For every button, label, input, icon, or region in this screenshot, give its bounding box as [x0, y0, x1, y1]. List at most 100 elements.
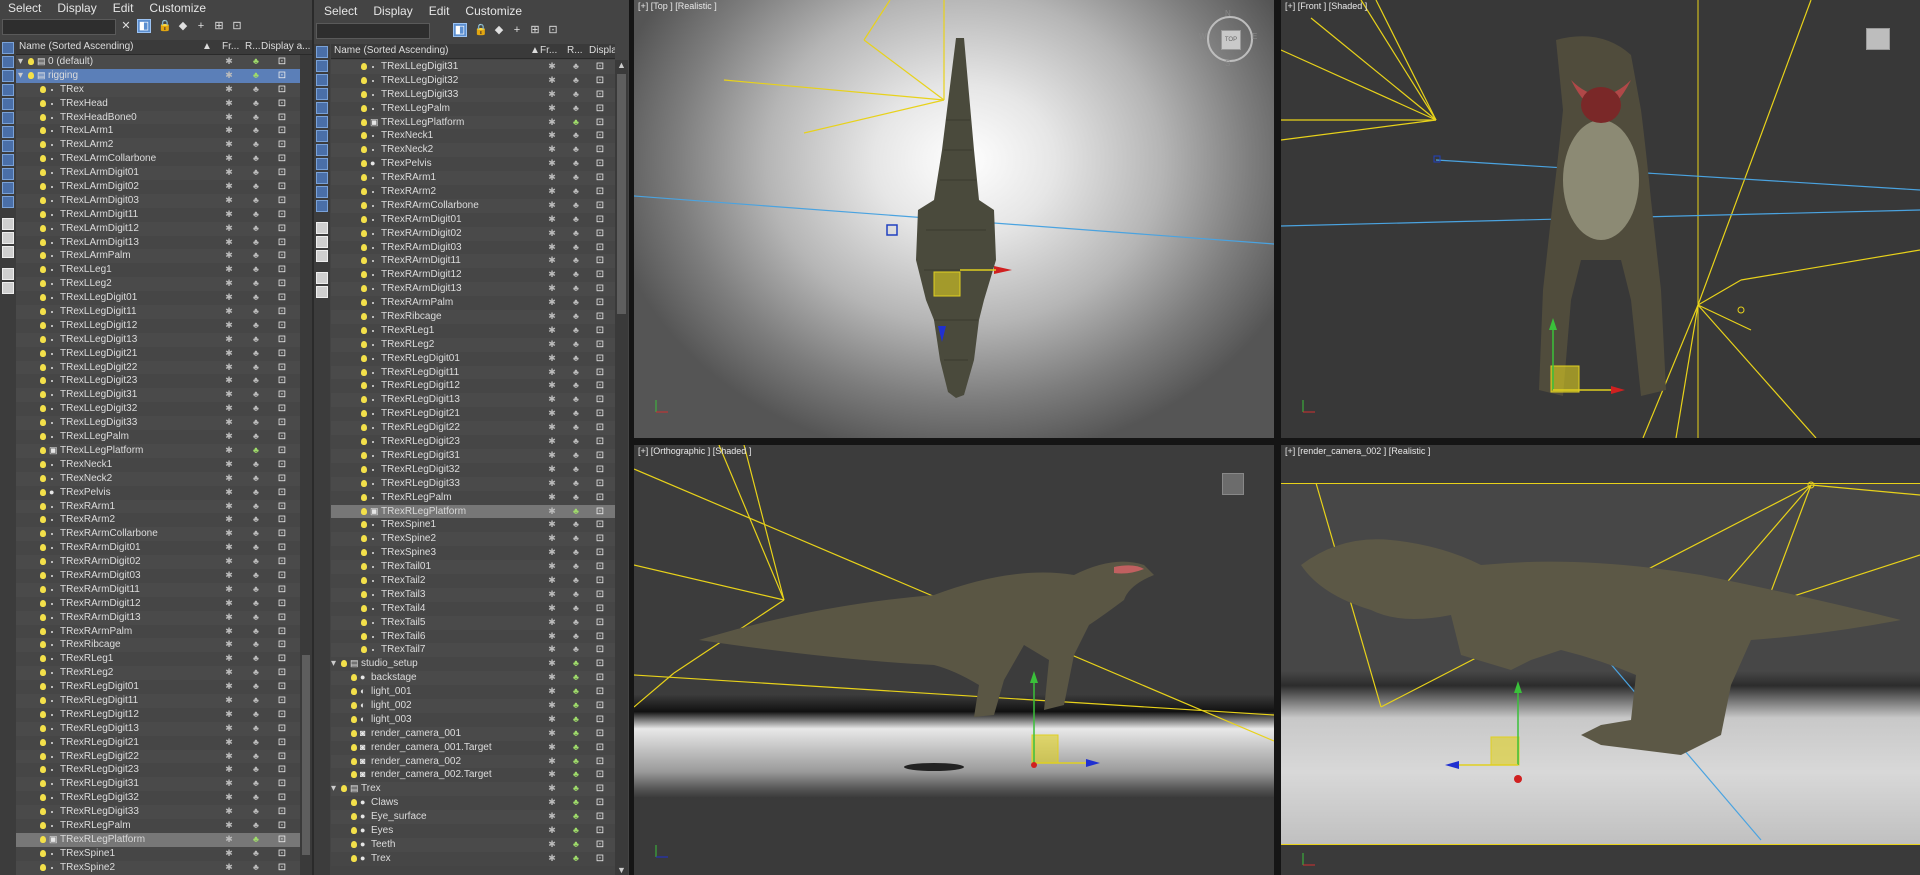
visibility-bulb-icon[interactable] [40, 502, 46, 510]
freeze-icon[interactable]: ✱ [218, 680, 240, 694]
column-render[interactable]: R... [567, 44, 585, 58]
table-row[interactable]: ● TRexPelvis ✱ [16, 485, 245, 500]
display-as-box-icon[interactable]: ⊡ [267, 416, 297, 430]
filter-xrefs-icon[interactable] [316, 144, 328, 156]
renderable-icon[interactable]: ♣ [565, 463, 587, 477]
column-frozen[interactable]: Fr... [222, 40, 244, 54]
renderable-icon[interactable]: ♣ [565, 143, 587, 157]
freeze-icon[interactable]: ✱ [541, 254, 563, 268]
table-row[interactable]: TRexLArmDigit13 ✱ [16, 235, 245, 250]
freeze-icon[interactable]: ✱ [218, 666, 240, 680]
freeze-icon[interactable]: ✱ [541, 227, 563, 241]
display-as-box-icon[interactable]: ⊡ [585, 643, 615, 657]
renderable-icon[interactable]: ♣ [565, 630, 587, 644]
display-as-box-icon[interactable]: ⊡ [267, 166, 297, 180]
visibility-bulb-icon[interactable] [351, 674, 357, 682]
visibility-bulb-icon[interactable] [361, 535, 367, 543]
freeze-icon[interactable]: ✱ [541, 630, 563, 644]
visibility-bulb-icon[interactable] [40, 405, 46, 413]
visibility-bulb-icon[interactable] [361, 285, 367, 293]
visibility-bulb-icon[interactable] [361, 104, 367, 112]
table-row[interactable]: TRexRLegDigit31 ✱ ♣ ⊡ [331, 448, 615, 463]
freeze-icon[interactable]: ✱ [541, 755, 563, 769]
table-row[interactable]: ● Eyes ✱ ♣ ⊡ [331, 823, 615, 838]
display-as-box-icon[interactable]: ⊡ [585, 213, 615, 227]
display-as-box-icon[interactable]: ⊡ [585, 505, 615, 519]
renderable-icon[interactable]: ♣ [565, 824, 587, 838]
visibility-bulb-icon[interactable] [40, 266, 46, 274]
table-row[interactable]: TRexRArmDigit01 ✱ [16, 541, 245, 556]
display-as-box-icon[interactable]: ⊡ [267, 611, 297, 625]
layers-icon[interactable]: ◆ [492, 23, 506, 37]
renderable-icon[interactable]: ♣ [245, 347, 267, 361]
display-as-box-icon[interactable]: ⊡ [267, 402, 297, 416]
renderable-icon[interactable]: ♣ [565, 129, 587, 143]
display-as-box-icon[interactable]: ⊡ [267, 152, 297, 166]
visibility-bulb-icon[interactable] [361, 396, 367, 404]
table-row[interactable]: TRexRLegDigit13 ✱ ♣ ⊡ [331, 393, 615, 408]
display-as-box-icon[interactable]: ⊡ [585, 671, 615, 685]
table-row[interactable]: ● Claws ✱ ♣ ⊡ [331, 796, 615, 811]
freeze-icon[interactable]: ✱ [218, 708, 240, 722]
freeze-icon[interactable]: ✱ [541, 449, 563, 463]
display-as-box-icon[interactable]: ⊡ [585, 143, 615, 157]
table-row[interactable]: TRexTail6 ✱ ♣ ⊡ [331, 629, 615, 644]
freeze-icon[interactable]: ✱ [541, 505, 563, 519]
renderable-icon[interactable]: ♣ [565, 713, 587, 727]
display-as-box-icon[interactable]: ⊡ [267, 486, 297, 500]
freeze-icon[interactable]: ✱ [218, 638, 240, 652]
freeze-icon[interactable]: ✱ [218, 527, 240, 541]
renderable-icon[interactable]: ♣ [245, 791, 267, 805]
renderable-icon[interactable]: ♣ [565, 282, 587, 296]
visibility-bulb-icon[interactable] [341, 785, 347, 793]
freeze-icon[interactable]: ✱ [541, 102, 563, 116]
menu-select[interactable]: Select [314, 3, 365, 19]
hierarchy-icon[interactable]: ⊞ [528, 23, 542, 37]
display-as-box-icon[interactable]: ⊡ [267, 55, 297, 69]
freeze-icon[interactable]: ✱ [218, 347, 240, 361]
display-as-box-icon[interactable]: ⊡ [267, 222, 297, 236]
display-invert-icon[interactable] [316, 250, 328, 262]
sync-selection-icon[interactable] [316, 286, 328, 298]
menu-display[interactable]: Display [365, 3, 420, 19]
table-row[interactable]: TRexTail4 ✱ ♣ ⊡ [331, 601, 615, 616]
layers-icon[interactable]: ◆ [176, 19, 190, 33]
freeze-icon[interactable]: ✱ [218, 180, 240, 194]
freeze-icon[interactable]: ✱ [218, 97, 240, 111]
renderable-icon[interactable]: ♣ [565, 254, 587, 268]
table-row[interactable]: TRexRLeg2 ✱ ♣ ⊡ [331, 337, 615, 352]
display-as-box-icon[interactable]: ⊡ [585, 532, 615, 546]
renderable-icon[interactable]: ♣ [245, 736, 267, 750]
freeze-icon[interactable]: ✱ [218, 805, 240, 819]
viewcube-compass[interactable]: TOP N E S W [1199, 9, 1257, 68]
visibility-bulb-icon[interactable] [361, 188, 367, 196]
table-row[interactable]: ▣ TRexLLegPlatform ✱ ♣ ⊡ [331, 115, 615, 130]
renderable-icon[interactable]: ♣ [565, 393, 587, 407]
visibility-bulb-icon[interactable] [40, 863, 46, 871]
display-as-box-icon[interactable]: ⊡ [267, 333, 297, 347]
table-row[interactable]: TRexRArmDigit02 ✱ [16, 555, 245, 569]
freeze-icon[interactable]: ✱ [541, 116, 563, 130]
freeze-icon[interactable]: ✱ [541, 74, 563, 88]
display-as-box-icon[interactable]: ⊡ [267, 625, 297, 639]
filter-helpers-icon[interactable] [2, 98, 14, 110]
display-as-box-icon[interactable]: ⊡ [585, 768, 615, 782]
visibility-bulb-icon[interactable] [361, 257, 367, 265]
renderable-icon[interactable]: ♣ [245, 486, 267, 500]
display-as-box-icon[interactable]: ⊡ [585, 116, 615, 130]
visibility-bulb-icon[interactable] [40, 349, 46, 357]
renderable-icon[interactable]: ♣ [245, 152, 267, 166]
display-as-box-icon[interactable]: ⊡ [267, 69, 297, 83]
display-as-box-icon[interactable]: ⊡ [267, 291, 297, 305]
filter-groups-icon[interactable] [2, 126, 14, 138]
display-as-box-icon[interactable]: ⊡ [585, 852, 615, 866]
table-row[interactable]: ▾ ▤ Trex ✱ ♣ ⊡ [331, 782, 615, 797]
renderable-icon[interactable]: ♣ [245, 652, 267, 666]
display-none-icon[interactable] [2, 232, 14, 244]
table-row[interactable]: TRexSpine3 ✱ ♣ ⊡ [331, 546, 615, 561]
visibility-bulb-icon[interactable] [40, 127, 46, 135]
freeze-icon[interactable]: ✱ [541, 727, 563, 741]
visibility-bulb-icon[interactable] [28, 71, 34, 79]
display-as-box-icon[interactable]: ⊡ [267, 180, 297, 194]
visibility-bulb-icon[interactable] [40, 558, 46, 566]
